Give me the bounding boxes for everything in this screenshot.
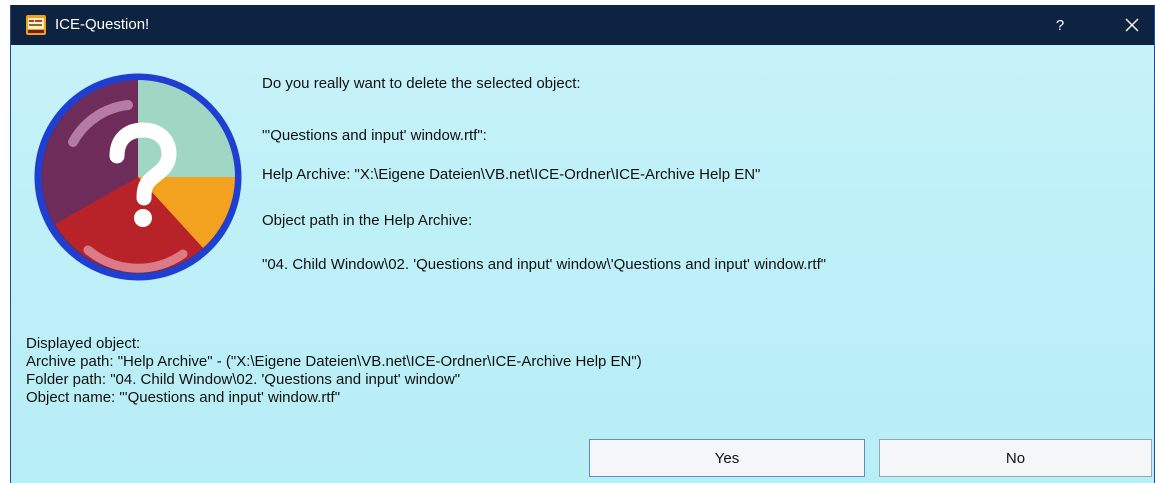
message-line-1: Do you really want to delete the selecte… (262, 75, 581, 92)
details-object-name: Object name: "'Questions and input' wind… (26, 389, 341, 406)
title-bar: ICE-Question! ? (11, 5, 1154, 45)
message-help-archive: Help Archive: "X:\Eigene Dateien\VB.net\… (262, 166, 761, 183)
ice-app-icon (26, 15, 46, 35)
details-heading: Displayed object: (26, 335, 141, 352)
message-object-name: "'Questions and input' window.rtf": (262, 127, 487, 144)
yes-button[interactable]: Yes (589, 439, 865, 477)
message-object-path: "04. Child Window\02. 'Questions and inp… (262, 256, 827, 273)
details-folder-path: Folder path: "04. Child Window\02. 'Ques… (26, 371, 461, 388)
message-object-path-label: Object path in the Help Archive: (262, 212, 473, 229)
close-icon (1125, 18, 1139, 32)
close-button[interactable] (1110, 5, 1154, 45)
no-button[interactable]: No (879, 439, 1152, 477)
question-mark-pie-icon (34, 73, 242, 281)
displayed-object-details: Displayed object: Archive path: "Help Ar… (26, 335, 642, 407)
window-title: ICE-Question! (55, 16, 150, 33)
help-button[interactable]: ? (1040, 5, 1080, 45)
details-archive-path: Archive path: "Help Archive" - ("X:\Eige… (26, 353, 642, 370)
dialog-window: ICE-Question! ? Do you really want to de… (10, 5, 1155, 483)
